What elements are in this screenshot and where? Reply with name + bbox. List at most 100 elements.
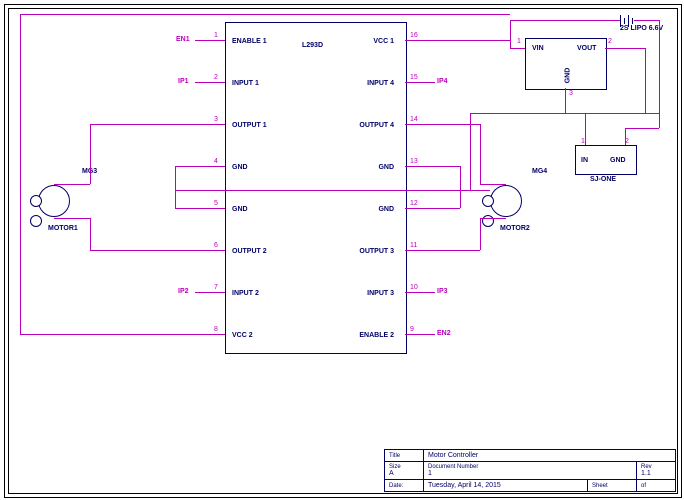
wire <box>20 14 21 334</box>
wire <box>90 124 225 125</box>
motor-name: MOTOR2 <box>500 225 530 232</box>
pin-num: 9 <box>410 326 414 333</box>
pin-label: OUTPUT 3 <box>359 248 394 255</box>
wire <box>175 166 225 167</box>
chip-l293d <box>225 22 407 354</box>
battery-label: 2S LIPO 6.6V <box>620 25 663 32</box>
pin-label: VIN <box>532 45 544 52</box>
net-label: IP3 <box>437 288 448 295</box>
wire <box>195 292 225 293</box>
chip-name: L293D <box>302 42 323 49</box>
chip-name: SJ-ONE <box>590 176 616 183</box>
wire <box>195 40 225 41</box>
sheet-label: Sheet <box>592 483 608 489</box>
pin-num: 2 <box>608 38 612 45</box>
wire <box>634 20 659 21</box>
pin-num: 7 <box>214 284 218 291</box>
pin-num: 6 <box>214 242 218 249</box>
wire <box>54 184 90 185</box>
wire <box>90 124 91 184</box>
pin-label: OUTPUT 2 <box>232 248 267 255</box>
pin-label: ENABLE 1 <box>232 38 267 45</box>
net-label: EN2 <box>437 330 451 337</box>
wire <box>659 20 660 113</box>
wire <box>510 20 620 21</box>
pin-num: 13 <box>410 158 418 165</box>
wire <box>175 190 490 191</box>
wire <box>54 218 90 219</box>
size-value: A <box>389 470 419 477</box>
wire <box>605 48 645 49</box>
pin-label: GND <box>232 206 248 213</box>
pin-label: INPUT 4 <box>367 80 394 87</box>
wire <box>565 88 566 113</box>
pin-num: 4 <box>214 158 218 165</box>
wire <box>470 113 471 190</box>
wire <box>625 128 626 145</box>
wire <box>480 218 506 219</box>
pin-label: VOUT <box>577 45 596 52</box>
wire <box>90 250 225 251</box>
motor-name: MOTOR1 <box>48 225 78 232</box>
pin-num: 14 <box>410 116 418 123</box>
pin-num: 8 <box>214 326 218 333</box>
pin-num: 1 <box>517 38 521 45</box>
pin-num: 11 <box>410 242 417 249</box>
pin-label: INPUT 1 <box>232 80 259 87</box>
pin-label: GND <box>378 206 394 213</box>
pin-num: 5 <box>214 200 218 207</box>
motor2-icon <box>490 185 522 217</box>
date-label: Date: <box>389 483 403 489</box>
wire <box>659 113 660 128</box>
pin-label: INPUT 2 <box>232 290 259 297</box>
pin-label: GND <box>610 157 626 164</box>
net-label: EN1 <box>176 36 190 43</box>
pin-label: GND <box>378 164 394 171</box>
pin-num: 15 <box>410 74 418 81</box>
wire <box>405 292 435 293</box>
pin-label: OUTPUT 1 <box>232 122 267 129</box>
pin-label: GND <box>232 164 248 171</box>
wire <box>405 166 460 167</box>
motor1-icon <box>38 185 70 217</box>
wire <box>405 40 510 41</box>
wire <box>460 166 461 208</box>
wire <box>480 218 481 250</box>
doc-value: 1 <box>428 470 632 477</box>
wire <box>585 113 586 145</box>
wire <box>175 208 225 209</box>
wire <box>20 334 225 335</box>
motor-terminal-icon <box>30 195 42 207</box>
motor-terminal-icon <box>30 215 42 227</box>
pin-label: VCC 1 <box>373 38 394 45</box>
pin-num: 2 <box>214 74 218 81</box>
wire <box>480 184 506 185</box>
wire <box>625 128 659 129</box>
wire <box>510 20 511 48</box>
motor-terminal-icon <box>482 195 494 207</box>
wire <box>405 82 435 83</box>
wire <box>195 82 225 83</box>
pin-num: 3 <box>569 90 573 97</box>
pin-label: VCC 2 <box>232 332 253 339</box>
wire <box>585 113 645 114</box>
pin-num: 12 <box>410 200 418 207</box>
wire <box>405 250 480 251</box>
net-label: IP2 <box>178 288 189 295</box>
title-label: Title <box>389 453 400 459</box>
pin-num: 16 <box>410 32 418 39</box>
wire <box>480 124 481 184</box>
wire <box>175 166 176 208</box>
rev-value: 1.1 <box>641 470 671 477</box>
motor-terminal-icon <box>482 215 494 227</box>
pin-label: OUTPUT 4 <box>359 122 394 129</box>
wire <box>645 48 646 113</box>
pin-num: 10 <box>410 284 418 291</box>
pin-num: 1 <box>214 32 218 39</box>
pin-label: INPUT 3 <box>367 290 394 297</box>
wire <box>510 48 525 49</box>
net-label: IP4 <box>437 78 448 85</box>
ref-label: MG4 <box>532 168 547 175</box>
of-label: of <box>641 483 646 489</box>
pin-label: ENABLE 2 <box>359 332 394 339</box>
